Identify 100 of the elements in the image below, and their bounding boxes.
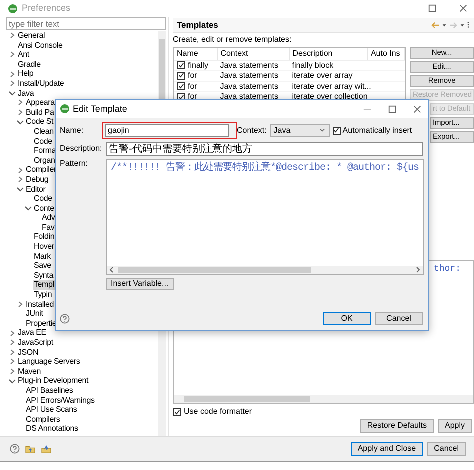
maximize-icon[interactable]	[428, 4, 437, 13]
button[interactable]: Restore Defaults	[360, 419, 434, 433]
name-field[interactable]: gaojin	[105, 124, 229, 137]
scroll-left-icon[interactable]	[109, 266, 115, 274]
table-cell: for	[188, 82, 198, 92]
tree-item[interactable]: Maven	[17, 366, 42, 376]
tree-item[interactable]: Install/Update	[17, 78, 66, 89]
column-header[interactable]: Description	[289, 48, 368, 60]
tree-item[interactable]: Help	[17, 69, 35, 79]
import-icon[interactable]	[25, 444, 36, 454]
checkbox[interactable]	[173, 408, 181, 416]
tree-item[interactable]: Templ	[33, 280, 56, 290]
chevron-icon[interactable]	[8, 330, 17, 337]
checkbox[interactable]	[332, 126, 341, 134]
tree-item[interactable]: Synta	[33, 270, 54, 280]
context-dropdown[interactable]: Java	[270, 124, 330, 137]
tree-item[interactable]: Compiler	[25, 165, 58, 175]
tree-item[interactable]: Java EE	[17, 328, 48, 338]
checkbox[interactable]	[177, 61, 185, 70]
tree-item[interactable]: Hover	[33, 242, 56, 252]
close-icon[interactable]	[413, 104, 422, 114]
chevron-icon[interactable]	[8, 348, 17, 356]
checkbox-label[interactable]: Use code formatter	[184, 407, 252, 417]
tree-item[interactable]: Typin	[33, 290, 54, 300]
tree-item[interactable]: Save	[33, 261, 52, 271]
chevron-icon[interactable]	[16, 186, 25, 193]
column-header[interactable]: Auto Ins	[367, 48, 404, 60]
chevron-icon[interactable]	[8, 51, 17, 58]
tree-item[interactable]: Clean	[33, 126, 55, 137]
chevron-icon[interactable]	[16, 300, 25, 308]
button[interactable]: Cancel	[427, 442, 466, 456]
tree-item[interactable]: JUnit	[25, 309, 44, 319]
tree-item[interactable]: JSON	[17, 348, 40, 358]
chevron-icon[interactable]	[8, 90, 17, 97]
tree-item[interactable]: Code	[33, 136, 54, 146]
tree-item[interactable]: API Use Scans	[25, 405, 78, 415]
scroll-right-icon[interactable]	[415, 266, 422, 274]
tree-item[interactable]: Adv	[41, 213, 56, 223]
tree-item[interactable]: Ansi Console	[17, 40, 64, 50]
tree-item[interactable]: Compilers	[25, 414, 62, 424]
checkbox-label[interactable]: Automatically insert	[342, 126, 412, 136]
filter-field[interactable]: type filter text	[6, 17, 166, 30]
tree-item[interactable]: Debug	[25, 174, 50, 184]
tree-item[interactable]: Conte	[33, 204, 56, 214]
close-icon[interactable]	[459, 4, 468, 13]
tree-item[interactable]: Mark	[33, 252, 52, 262]
tree-item[interactable]: Fav	[41, 222, 56, 232]
more-icon[interactable]	[467, 21, 470, 29]
button[interactable]: Apply and Close	[350, 442, 424, 456]
tree-item[interactable]: Code St	[25, 117, 55, 127]
button[interactable]: Cancel	[375, 312, 423, 325]
chevron-icon[interactable]	[8, 339, 17, 346]
chevron-icon[interactable]	[16, 99, 25, 106]
scrollbar[interactable]	[174, 395, 473, 403]
maximize-icon[interactable]	[388, 104, 397, 114]
button[interactable]: Apply	[438, 419, 472, 433]
chevron-icon[interactable]	[16, 109, 25, 116]
tree-item[interactable]: Plug-in Development	[17, 376, 90, 386]
chevron-icon[interactable]	[16, 166, 25, 174]
pattern-editor[interactable]: /**!!!!!! 告警：此处需要特别注意*@describe: * @author: ${us	[106, 159, 424, 275]
chevron-icon[interactable]	[8, 80, 17, 88]
button[interactable]: Insert Variable...	[106, 278, 174, 290]
scrollbar-thumb[interactable]	[118, 267, 312, 273]
chevron-icon[interactable]	[8, 32, 17, 40]
checkbox[interactable]	[177, 82, 185, 90]
caret-icon[interactable]	[460, 22, 465, 28]
column-header[interactable]: Context	[217, 48, 290, 60]
caret-icon[interactable]	[442, 22, 447, 28]
chevron-icon[interactable]	[8, 378, 17, 385]
help-icon[interactable]	[60, 314, 70, 324]
tree-item[interactable]: Code	[33, 194, 54, 204]
export-icon[interactable]	[41, 444, 52, 454]
tree-item[interactable]: Editor	[25, 184, 47, 194]
chevron-icon[interactable]	[16, 118, 25, 126]
tree-item[interactable]: Gradle	[17, 60, 42, 70]
tree-item[interactable]: Foldin	[33, 232, 56, 242]
chevron-icon[interactable]	[8, 70, 17, 78]
column-header[interactable]: Name	[174, 48, 218, 60]
scrollbar-thumb[interactable]	[184, 396, 310, 402]
tree-item[interactable]: General	[17, 31, 46, 41]
chevron-icon[interactable]	[24, 204, 33, 212]
tree-item[interactable]: DS Annotations	[25, 424, 80, 434]
tree-item[interactable]: Organ	[33, 156, 56, 166]
chevron-icon[interactable]	[16, 176, 25, 184]
tree-item[interactable]: Java	[17, 88, 36, 98]
scrollbar[interactable]	[107, 266, 424, 274]
description-field[interactable]: 告警-代码中需要特别注意的地方	[106, 142, 423, 156]
tree-item[interactable]: Build Pa	[25, 108, 56, 118]
button[interactable]: OK	[323, 312, 371, 325]
chevron-icon[interactable]	[8, 368, 17, 376]
tree-item[interactable]: API Baselines	[25, 386, 74, 396]
tree-item[interactable]: Appeara	[25, 98, 56, 108]
tree-item[interactable]: API Errors/Warnings	[25, 396, 96, 406]
checkbox[interactable]	[177, 72, 185, 80]
tree-item[interactable]: Language Servers	[17, 357, 82, 367]
tree-item[interactable]: Ant	[17, 50, 30, 60]
tree-item[interactable]: Installed	[25, 300, 55, 310]
chevron-icon[interactable]	[8, 358, 17, 366]
help-icon[interactable]	[10, 444, 20, 454]
tree-item[interactable]: JavaScript	[17, 338, 54, 348]
